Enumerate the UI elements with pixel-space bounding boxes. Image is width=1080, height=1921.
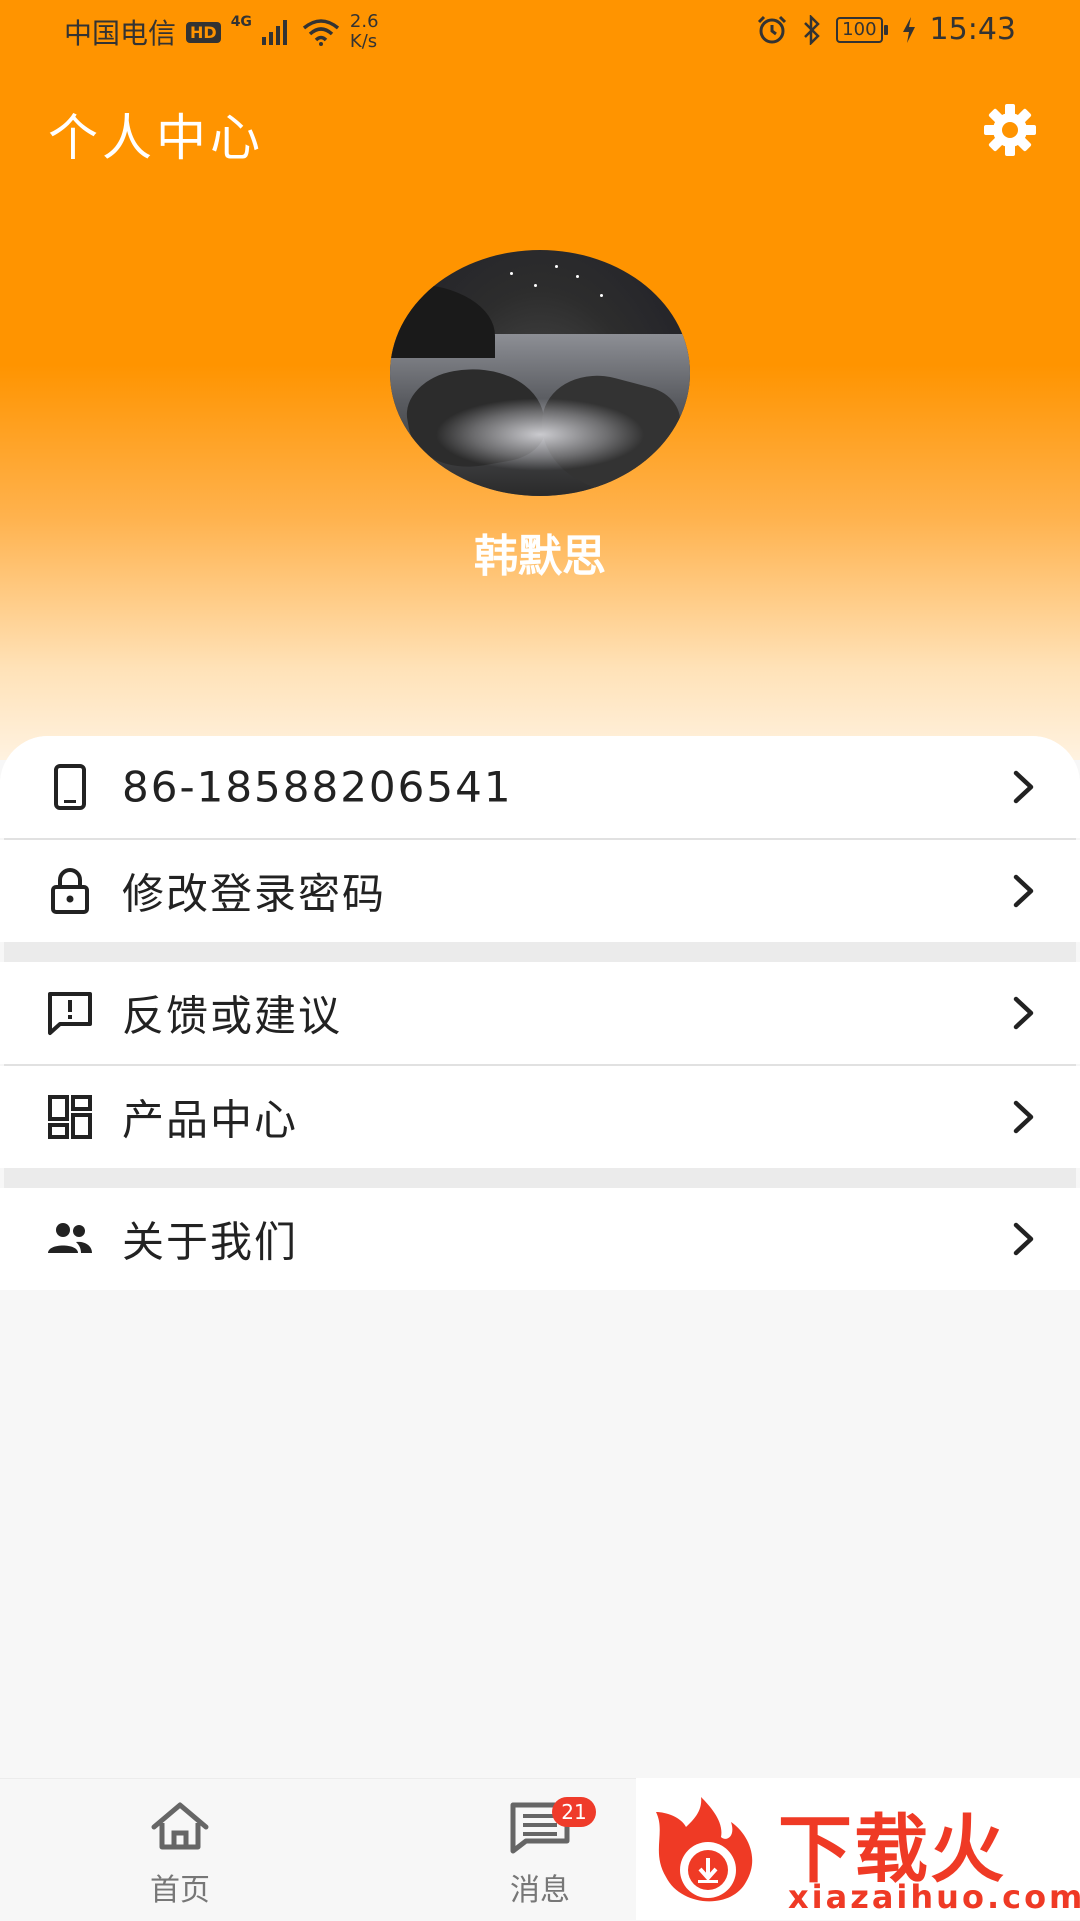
- hd-badge: HD: [186, 21, 221, 43]
- bluetooth-icon: [804, 14, 820, 45]
- status-bar-left: 中国电信 HD 4G 2.6 K/s: [64, 12, 379, 52]
- battery-level: 100: [836, 16, 883, 43]
- chevron-right-icon: [1013, 874, 1034, 908]
- change-password-label: 修改登录密码: [122, 869, 387, 919]
- feedback-icon: [48, 992, 92, 1035]
- charging-icon: [902, 16, 915, 43]
- clock-time: 15:43: [929, 12, 1016, 47]
- alarm-icon: [758, 15, 787, 43]
- speed-value: 2.6: [349, 11, 379, 32]
- phone-number: 86-18588206541: [122, 762, 513, 812]
- signal-icon: [261, 20, 287, 45]
- battery-indicator: 100: [836, 16, 888, 43]
- tab-home[interactable]: 首页: [80, 1779, 280, 1921]
- network-type: 4G: [230, 14, 252, 30]
- settings-menu: 86-18588206541 修改登录密码 反馈或建议 产品中心 关于我们: [0, 736, 1080, 1290]
- battery-tip: [883, 24, 888, 35]
- carrier-name: 中国电信: [64, 17, 177, 50]
- flame-download-logo: [656, 1797, 753, 1902]
- tab-messages[interactable]: 21 消息: [440, 1779, 640, 1921]
- home-icon: [151, 1802, 209, 1850]
- chevron-right-icon: [1013, 1100, 1034, 1134]
- lock-icon: [51, 868, 89, 914]
- watermark: 下载火 xiazaihuo.com: [636, 1778, 1080, 1920]
- chevron-right-icon: [1013, 1222, 1034, 1256]
- menu-item-phone[interactable]: 86-18588206541: [0, 736, 1080, 838]
- menu-item-product-center[interactable]: 产品中心: [0, 1066, 1080, 1168]
- menu-item-about-us[interactable]: 关于我们: [0, 1188, 1080, 1290]
- wifi-icon: [302, 19, 340, 46]
- network-speed: 2.6 K/s: [350, 12, 379, 52]
- menu-card-top: 86-18588206541: [0, 736, 1080, 838]
- tab-messages-label: 消息: [510, 1873, 570, 1908]
- menu-group-gap: [4, 942, 1076, 962]
- username: 韩默思: [474, 531, 606, 582]
- phone-icon: [54, 764, 86, 810]
- chevron-right-icon: [1013, 770, 1034, 804]
- avatar-mist: [435, 397, 645, 472]
- settings-button[interactable]: [980, 100, 1040, 160]
- status-bar-right: 100 15:43: [756, 12, 1016, 47]
- watermark-url: xiazaihuo.com: [788, 1878, 1080, 1916]
- chevron-right-icon: [1013, 996, 1034, 1030]
- avatar-cliff: [390, 284, 495, 359]
- menu-item-feedback[interactable]: 反馈或建议: [0, 962, 1080, 1064]
- menu-item-change-password[interactable]: 修改登录密码: [0, 840, 1080, 942]
- about-us-label: 关于我们: [122, 1217, 299, 1267]
- gear-icon: [984, 104, 1036, 156]
- avatar-star: [534, 284, 537, 288]
- tab-home-label: 首页: [150, 1873, 210, 1908]
- dashboard-icon: [48, 1095, 92, 1139]
- menu-group-gap: [4, 1168, 1076, 1188]
- avatar-star: [555, 264, 558, 268]
- page-title: 个人中心: [48, 109, 264, 167]
- product-center-label: 产品中心: [122, 1095, 299, 1145]
- avatar-star: [600, 294, 603, 298]
- speed-unit: K/s: [349, 31, 378, 52]
- status-bar: 中国电信 HD 4G 2.6 K/s 100 15:43: [0, 0, 1080, 64]
- avatar-star: [576, 274, 579, 278]
- avatar-star: [510, 272, 513, 276]
- unread-badge: 21: [552, 1797, 596, 1827]
- people-icon: [48, 1223, 92, 1253]
- avatar[interactable]: [390, 250, 690, 496]
- feedback-label: 反馈或建议: [122, 991, 343, 1041]
